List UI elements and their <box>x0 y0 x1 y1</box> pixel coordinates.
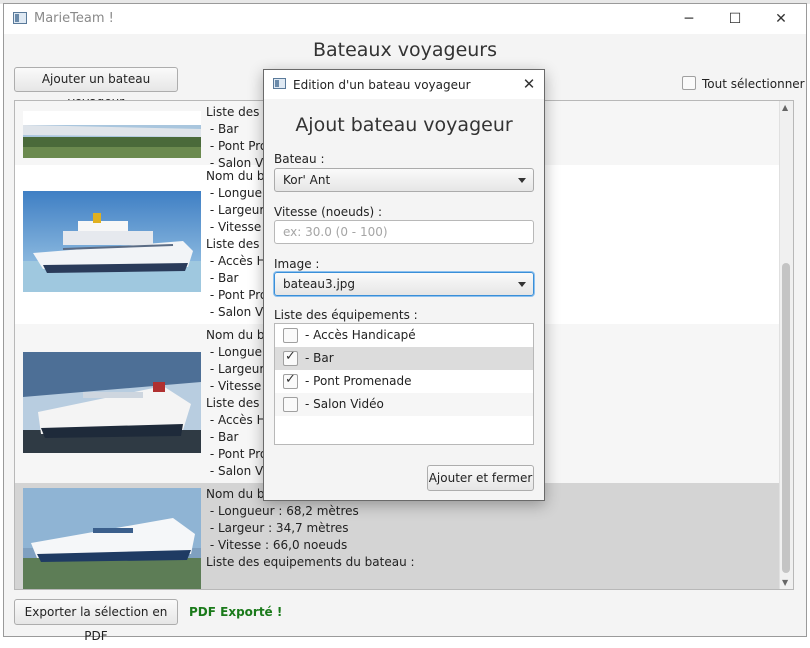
image-select-value: bateau3.jpg <box>283 277 356 291</box>
image-label: Image : <box>274 257 320 271</box>
equipement-item-salon-video[interactable]: - Salon Vidéo <box>275 393 533 416</box>
equipement-label: - Bar <box>305 351 334 365</box>
bateau-select[interactable]: Kor' Ant <box>274 168 534 192</box>
bateau-select-value: Kor' Ant <box>283 173 331 187</box>
scroll-down-icon[interactable]: ▼ <box>782 578 788 587</box>
equipement-checkbox[interactable] <box>283 372 298 389</box>
equipement-label: - Pont Promenade <box>305 374 412 388</box>
equipement-label: - Salon Vidéo <box>305 397 384 411</box>
dialog-title: Edition d'un bateau voyageur <box>293 78 471 92</box>
dialog-heading: Ajout bateau voyageur <box>295 114 513 136</box>
list-scrollbar[interactable]: ▲ ▼ <box>779 101 793 589</box>
equipement-checkbox[interactable] <box>283 349 298 366</box>
equipements-list: - Accès Handicapé - Bar - Pont Promenade… <box>274 323 534 445</box>
chevron-down-icon <box>518 282 526 287</box>
edit-boat-dialog: Edition d'un bateau voyageur ✕ Ajout bat… <box>263 69 545 501</box>
bateau-label: Bateau : <box>274 152 325 166</box>
minimize-button[interactable]: ─ <box>666 4 712 34</box>
boat-thumbnail <box>23 352 201 453</box>
add-boat-button[interactable]: Ajouter un bateau voyageur <box>14 67 178 109</box>
equipement-item-bar[interactable]: - Bar <box>275 347 533 370</box>
select-all-label: Tout sélectionner <box>702 77 805 91</box>
page-title: Bateaux voyageurs <box>312 39 498 61</box>
window-titlebar: MarieTeam ! ─ ☐ ✕ <box>4 4 806 34</box>
equipement-checkbox[interactable] <box>283 397 298 412</box>
maximize-button[interactable]: ☐ <box>712 4 758 34</box>
equipement-checkbox[interactable] <box>283 328 298 343</box>
vitesse-label: Vitesse (noeuds) : <box>274 205 383 219</box>
equipement-item-pont-promenade[interactable]: - Pont Promenade <box>275 370 533 393</box>
boat-thumbnail <box>23 191 201 292</box>
vitesse-input[interactable] <box>274 220 534 244</box>
equipements-label: Liste des équipements : <box>274 308 418 322</box>
close-button[interactable]: ✕ <box>758 4 804 34</box>
dialog-app-icon <box>273 78 286 89</box>
boat-thumbnail <box>23 111 201 158</box>
window-title: MarieTeam ! <box>34 11 114 26</box>
export-pdf-button[interactable]: Exporter la sélection en PDF <box>14 599 178 643</box>
add-and-close-button[interactable]: Ajouter et fermer <box>427 465 534 491</box>
select-all-checkbox[interactable] <box>682 76 696 90</box>
equipement-item-acces-handicape[interactable]: - Accès Handicapé <box>275 324 533 347</box>
dialog-titlebar: Edition d'un bateau voyageur ✕ <box>264 70 544 99</box>
image-select[interactable]: bateau3.jpg <box>274 272 534 296</box>
boat-thumbnail <box>23 488 201 589</box>
equipement-label: - Accès Handicapé <box>305 328 416 342</box>
chevron-down-icon <box>518 178 526 183</box>
app-icon <box>13 12 27 24</box>
dialog-close-button[interactable]: ✕ <box>514 70 544 99</box>
scroll-up-icon[interactable]: ▲ <box>782 103 788 112</box>
scroll-thumb[interactable] <box>782 263 790 573</box>
export-status: PDF Exporté ! <box>189 605 283 619</box>
